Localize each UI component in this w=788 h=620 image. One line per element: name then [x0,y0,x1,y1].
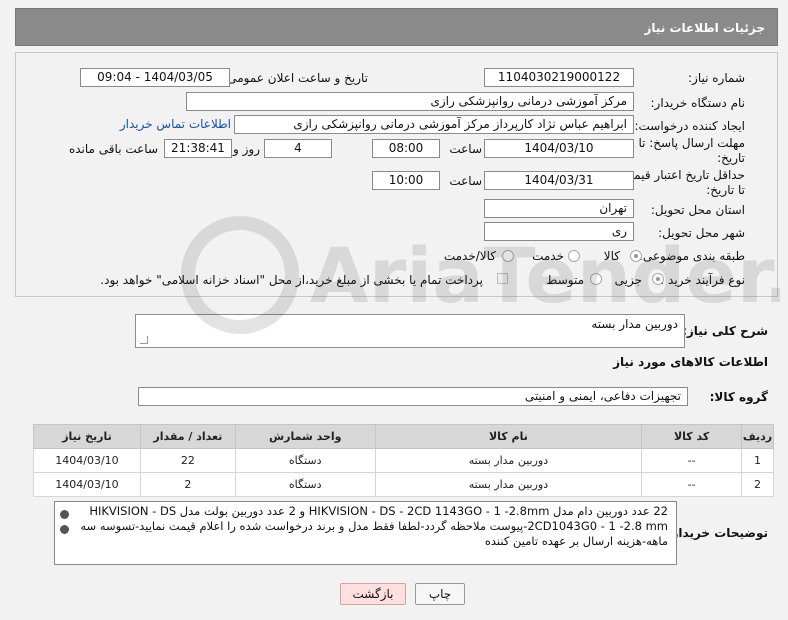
description-field: دوربین مدار بسته [135,314,685,348]
buyer-notes-line-2: 2CD1043G0 - 1 -2.8 mm-پیوست ملاحظه گردد-… [80,519,668,533]
scroll-dot-icon [60,510,69,519]
buyer-notes-line-1: 22 عدد دوربین دام مدل HIKVISION - DS - 2… [89,504,668,518]
cell-quantity: 22 [139,448,236,473]
need-number-field: 1104030219000122 [484,68,634,87]
buyer-notes-field: 22 عدد دوربین دام مدل HIKVISION - DS - 2… [54,501,677,565]
price-validity-label-line2: تا تاریخ: [706,183,745,197]
buyer-notes-label: توضیحات خریدار: [666,526,768,540]
cell-unit: دستگاه [234,448,376,473]
deadline-label-line2: تاریخ: [717,151,745,165]
description-text: دوربین مدار بسته [591,317,678,331]
process-type-label: نوع فرآیند خرید : [660,273,745,287]
announce-datetime-label: تاریخ و ساعت اعلان عمومی: [223,71,368,85]
resize-handle[interactable] [140,336,148,344]
col-item-code: کد کالا [641,424,743,449]
col-quantity: تعداد / مقدار [139,424,236,449]
notes-scroll-indicator[interactable] [59,510,69,540]
process-option-minor: جزیی [614,273,642,287]
category-radio-service[interactable] [568,250,580,262]
goods-group-label: گروه کالا: [709,390,768,404]
price-validity-time-label: ساعت [449,174,482,188]
category-radio-goods[interactable] [630,250,642,262]
table-row: 2 -- دوربین مدار بسته دستگاه 2 1404/03/1… [33,472,774,497]
page-header: جزئیات اطلاعات نیاز [15,8,778,46]
table-row: 1 -- دوربین مدار بسته دستگاه 22 1404/03/… [33,448,774,473]
category-label: طبقه بندی موضوعی: [638,249,745,263]
cell-need-date: 1404/03/10 [33,448,141,473]
col-unit: واحد شمارش [234,424,376,449]
process-radio-medium[interactable] [590,273,602,285]
col-need-date: تاریخ نیاز [33,424,141,449]
goods-table-header: ردیف کد کالا نام کالا واحد شمارش تعداد /… [33,424,774,449]
cell-unit: دستگاه [234,472,376,497]
requester-field: ابراهیم عباس نژاد کارپرداز مرکز آموزشی د… [234,115,634,134]
price-validity-label-line1: حداقل تاریخ اعتبار قیمت: [618,168,745,182]
buyer-org-label: نام دستگاه خریدار: [650,96,746,110]
category-radio-goods-service[interactable] [502,250,514,262]
cell-need-date: 1404/03/10 [33,472,141,497]
goods-table: ردیف کد کالا نام کالا واحد شمارش تعداد /… [33,424,774,497]
scroll-dot-icon [60,525,69,534]
province-field: تهران [484,199,634,218]
goods-section-title: اطلاعات کالاهای مورد نیاز [613,355,768,369]
deadline-time-label: ساعت [449,142,482,156]
time-remaining-field: 21:38:41 [164,139,232,158]
description-label: شرح کلی نیاز: [682,324,768,338]
treasury-payment-checkbox[interactable] [497,273,508,284]
process-option-medium: متوسط [546,273,584,287]
back-button[interactable]: بازگشت [340,583,406,605]
requester-label: ایجاد کننده درخواست: [634,119,745,133]
treasury-payment-note: پرداخت تمام یا بخشی از مبلغ خرید،از محل … [100,273,483,287]
cell-item-name: دوربین مدار بسته [374,472,643,497]
category-option-goods: کالا [603,249,620,263]
cell-row-number: 2 [741,472,774,497]
process-radio-minor[interactable] [652,273,664,285]
deadline-time-field: 08:00 [372,139,440,158]
city-label: شهر محل تحویل: [658,226,745,240]
province-label: استان محل تحویل: [650,203,745,217]
buyer-contact-link[interactable]: اطلاعات تماس خریدار [120,117,231,131]
category-option-service: خدمت [532,249,564,263]
cell-item-name: دوربین مدار بسته [374,448,643,473]
cell-row-number: 1 [741,448,774,473]
days-remaining-field: 4 [264,139,332,158]
print-button[interactable]: چاپ [415,583,465,605]
page-title: جزئیات اطلاعات نیاز [644,21,765,35]
time-remaining-label: ساعت باقی مانده [68,142,158,156]
buyer-notes-line-3: ماهه-هزینه ارسال بر عهده تامین کننده [484,534,668,548]
goods-group-field: تجهیزات دفاعی، ایمنی و امنیتی [138,387,688,406]
price-validity-date-field: 1404/03/31 [484,171,634,190]
city-field: ری [484,222,634,241]
need-number-label: شماره نیاز: [688,71,745,85]
category-option-goods-service: کالا/خدمت [443,249,496,263]
deadline-date-field: 1404/03/10 [484,139,634,158]
cell-item-code: -- [641,448,743,473]
buyer-org-field: مرکز آموزشی درمانی روانپزشکی رازی [186,92,634,111]
price-validity-time-field: 10:00 [372,171,440,190]
announce-datetime-field: 1404/03/05 - 09:04 [80,68,230,87]
col-item-name: نام کالا [374,424,643,449]
deadline-label-line1: مهلت ارسال پاسخ: تا [638,136,745,150]
days-label: روز و [233,142,260,156]
cell-item-code: -- [641,472,743,497]
col-row-number: ردیف [741,424,774,449]
cell-quantity: 2 [139,472,236,497]
